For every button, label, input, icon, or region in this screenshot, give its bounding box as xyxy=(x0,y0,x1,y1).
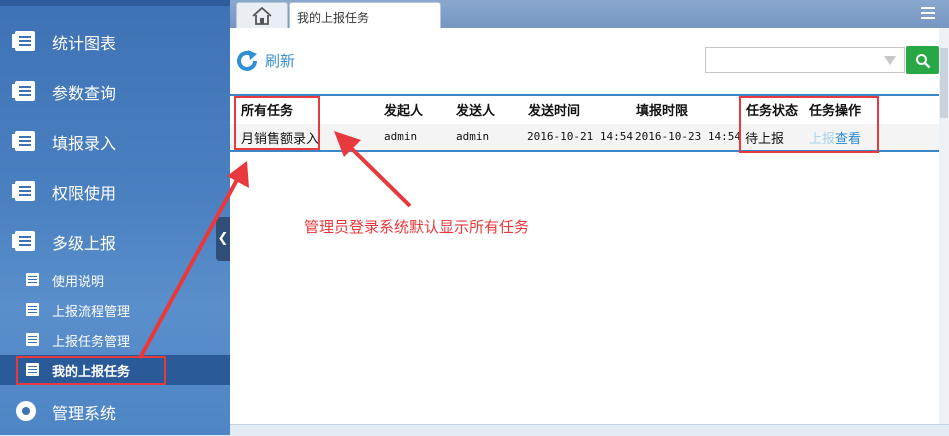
arrow-to-task xyxy=(346,143,412,208)
arrow-from-sidebar xyxy=(138,177,240,359)
arrowhead-sidebar xyxy=(227,161,249,188)
annotation-arrows xyxy=(138,131,412,359)
